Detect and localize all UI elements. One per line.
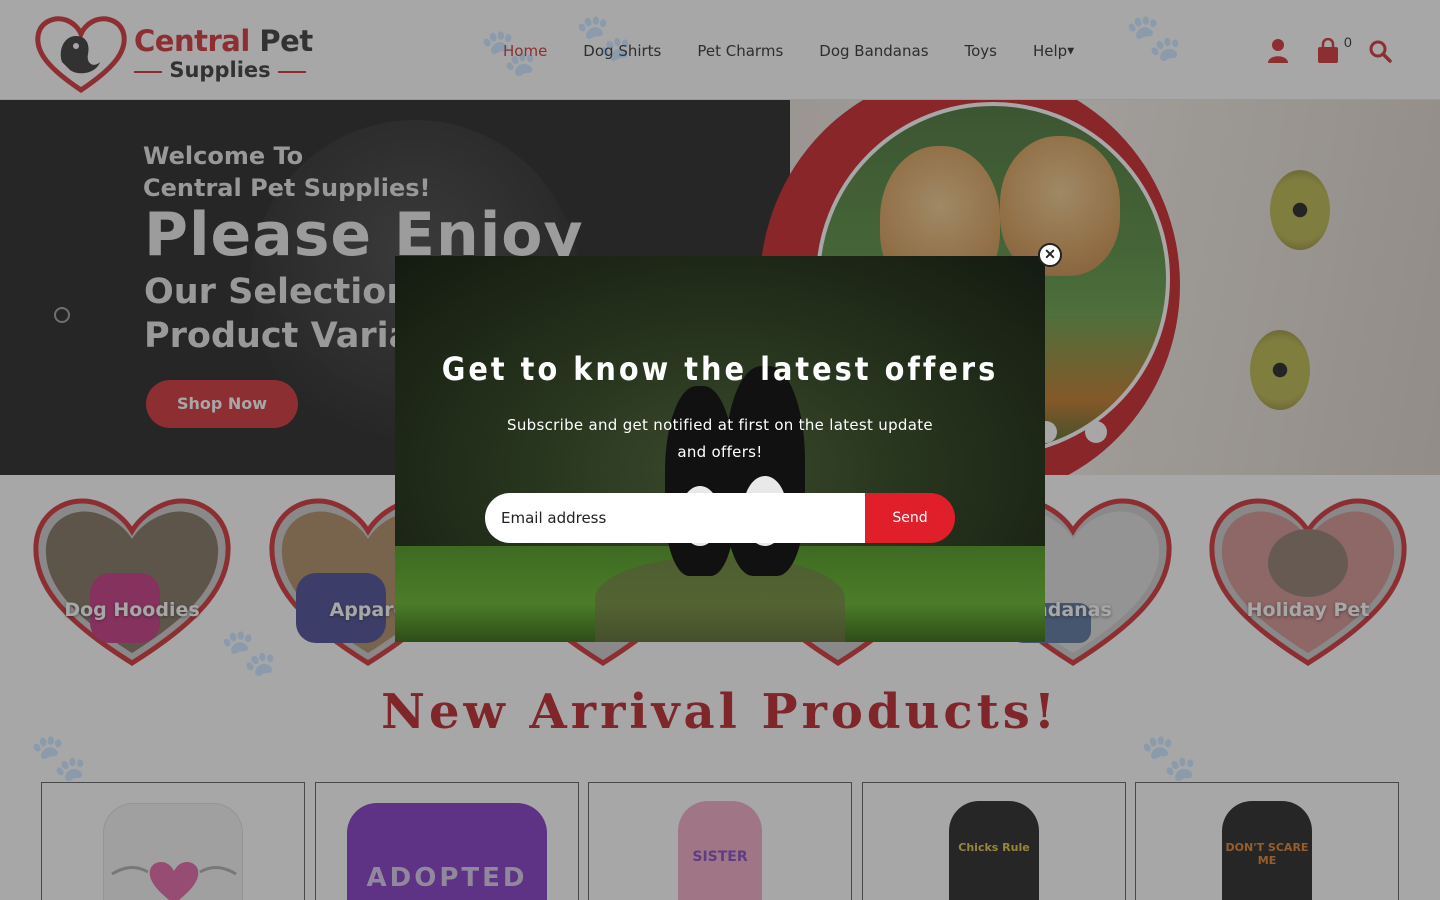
- send-button[interactable]: Send: [865, 493, 955, 543]
- paw-print-icon: 🐾: [1140, 731, 1198, 783]
- close-popup-button[interactable]: ✕: [1038, 243, 1062, 267]
- email-input[interactable]: [485, 493, 865, 543]
- newsletter-popup: Get to know the latest offers Subscribe …: [395, 256, 1045, 642]
- popup-title: Get to know the latest offers: [441, 350, 999, 388]
- popup-subtitle: Subscribe and get notified at first on t…: [507, 416, 933, 461]
- paw-print-icon: 🐾: [575, 11, 633, 63]
- paw-print-icon: 🐾: [480, 26, 538, 78]
- close-icon: ✕: [1044, 246, 1056, 262]
- paw-print-icon: 🐾: [30, 731, 88, 783]
- paw-print-icon: 🐾: [220, 626, 278, 678]
- paw-print-icon: 🐾: [1125, 11, 1183, 63]
